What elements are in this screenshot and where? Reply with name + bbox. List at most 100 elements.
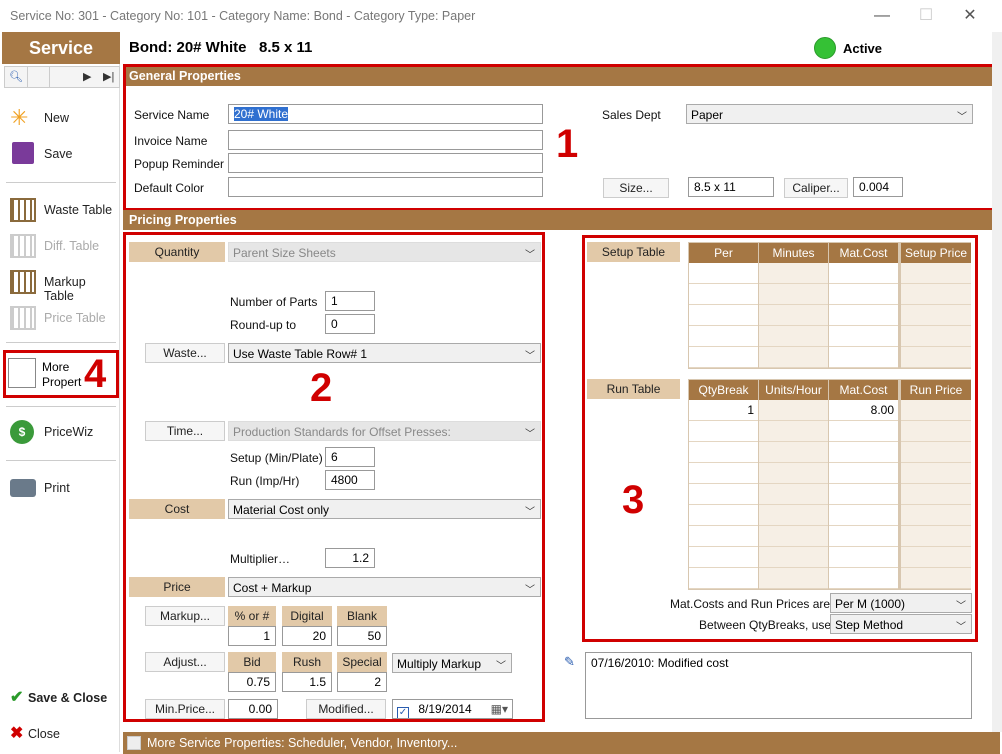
run-col-price: Run Price	[901, 380, 971, 400]
adjust-button[interactable]: Adjust...	[145, 652, 225, 672]
close-window-button[interactable]: ✕	[958, 6, 982, 26]
diff-table-button[interactable]: Diff. Table	[8, 232, 116, 260]
run-table[interactable]: QtyBreak Units/Hour Mat.Cost Run Price 1…	[688, 379, 971, 590]
matcost-basis-select[interactable]: Per M (1000) ﹀	[830, 593, 972, 613]
page-title: Bond: 20# White 8.5 x 11	[129, 39, 313, 56]
save-button[interactable]: Save	[8, 140, 116, 168]
roundup-label: Round-up to	[230, 318, 297, 332]
quantity-select[interactable]: Parent Size Sheets ﹀	[228, 242, 541, 262]
pencil-icon[interactable]: ✎	[564, 654, 575, 670]
run-row-1-matcost[interactable]: 8.00	[829, 403, 894, 417]
pct-header: % or #	[228, 606, 276, 626]
chevron-down-icon: ﹀	[957, 112, 967, 123]
service-name-input[interactable]: 20# White	[228, 104, 543, 124]
calendar-icon[interactable]: ▦▾	[491, 702, 508, 716]
setup-input[interactable]: 6	[325, 447, 375, 467]
rush-header: Rush	[282, 652, 332, 672]
run-col-units-hour: Units/Hour	[759, 380, 828, 400]
setup-col-matcost: Mat.Cost	[829, 243, 898, 263]
waste-button[interactable]: Waste...	[145, 343, 225, 363]
blank-input[interactable]: 50	[337, 626, 387, 646]
markup-table-button[interactable]: Markup Table	[8, 268, 116, 303]
price-table-button[interactable]: Price Table	[8, 304, 116, 332]
qtybreak-method-select[interactable]: Step Method ﹀	[830, 614, 972, 634]
size-input[interactable]: 8.5 x 11	[688, 177, 774, 197]
parts-input[interactable]: 1	[325, 291, 375, 311]
more-service-properties-bar[interactable]: More Service Properties: Scheduler, Vend…	[123, 732, 1000, 754]
multiplier-input[interactable]: 1.2	[325, 548, 375, 568]
time-select[interactable]: Production Standards for Offset Presses:…	[228, 421, 541, 441]
popup-reminder-input[interactable]	[228, 153, 543, 173]
cost-select[interactable]: Material Cost only ﹀	[228, 499, 541, 519]
window-title: Service No: 301 - Category No: 101 - Cat…	[10, 9, 476, 23]
waste-select[interactable]: Use Waste Table Row# 1 ﹀	[228, 343, 541, 363]
divider	[6, 182, 116, 183]
run-col-qtybreak: QtyBreak	[689, 380, 758, 400]
modified-button[interactable]: Modified...	[306, 699, 386, 719]
digital-input[interactable]: 20	[282, 626, 332, 646]
price-select[interactable]: Cost + Markup ﹀	[228, 577, 541, 597]
digital-header: Digital	[282, 606, 332, 626]
search-icon[interactable]: 🔍︎	[9, 70, 23, 83]
save-close-button[interactable]: ✔ Save & Close	[8, 684, 116, 712]
roundup-input[interactable]: 0	[325, 314, 375, 334]
size-button[interactable]: Size...	[603, 178, 669, 198]
waste-table-button[interactable]: Waste Table	[8, 196, 116, 224]
next-record-icon[interactable]: ▶	[83, 70, 91, 83]
parts-label: Number of Parts	[230, 295, 318, 309]
pct-input[interactable]: 1	[228, 626, 276, 646]
run-table-label: Run Table	[587, 379, 680, 399]
rush-input[interactable]: 1.5	[282, 672, 332, 692]
service-tab: Service	[2, 32, 120, 64]
adjust-mode-select[interactable]: Multiply Markup ﹀	[392, 653, 512, 673]
pricewiz-button[interactable]: $ PriceWiz	[8, 418, 116, 446]
setup-col-per: Per	[689, 243, 758, 263]
matcost-basis-label: Mat.Costs and Run Prices are	[670, 597, 831, 611]
cost-label: Cost	[129, 499, 225, 519]
sales-dept-label: Sales Dept	[602, 108, 661, 122]
close-button[interactable]: ✖ Close	[8, 720, 116, 748]
setup-label: Setup (Min/Plate)	[230, 451, 323, 465]
quantity-label: Quantity	[129, 242, 225, 262]
blank-header: Blank	[337, 606, 387, 626]
window-titlebar: Service No: 301 - Category No: 101 - Cat…	[0, 0, 1002, 32]
caliper-button[interactable]: Caliper...	[784, 178, 848, 198]
document-hand-icon	[8, 358, 36, 388]
setup-col-price: Setup Price	[901, 243, 971, 263]
sales-dept-select[interactable]: Paper ﹀	[686, 104, 973, 124]
maximize-button[interactable]: ☐	[914, 6, 938, 26]
default-color-input[interactable]	[228, 177, 543, 197]
caliper-input[interactable]: 0.004	[853, 177, 903, 197]
invoice-name-input[interactable]	[228, 130, 543, 150]
table-icon	[10, 234, 36, 258]
table-icon	[10, 306, 36, 330]
min-price-button[interactable]: Min.Price...	[145, 699, 225, 719]
time-button[interactable]: Time...	[145, 421, 225, 441]
setup-table-label: Setup Table	[587, 242, 680, 262]
notes-textarea[interactable]: 07/16/2010: Modified cost	[585, 652, 972, 719]
special-header: Special	[337, 652, 387, 672]
chevron-down-icon: ﹀	[525, 351, 535, 362]
floppy-icon	[12, 142, 34, 164]
run-input[interactable]: 4800	[325, 470, 375, 490]
markup-button[interactable]: Markup...	[145, 606, 225, 626]
setup-table[interactable]: Per Minutes Mat.Cost Setup Price	[688, 242, 971, 369]
new-button[interactable]: ✳ New	[8, 104, 116, 132]
scrollbar[interactable]	[992, 32, 1002, 732]
min-price-input[interactable]: 0.00	[228, 699, 278, 719]
minimize-button[interactable]: —	[870, 6, 894, 26]
special-input[interactable]: 2	[337, 672, 387, 692]
divider	[6, 406, 116, 407]
last-record-icon[interactable]: ▶|	[103, 70, 114, 83]
divider	[6, 460, 116, 461]
checkbox-icon[interactable]: ✓	[397, 707, 409, 718]
modified-date-picker[interactable]: ✓ 8/19/2014 ▦▾	[392, 699, 513, 719]
chevron-down-icon: ﹀	[956, 622, 966, 633]
default-color-label: Default Color	[134, 181, 205, 195]
run-row-1-qtybreak[interactable]: 1	[689, 403, 754, 417]
invoice-name-label: Invoice Name	[134, 134, 208, 148]
annotation-2: 2	[310, 366, 333, 410]
bid-input[interactable]: 0.75	[228, 672, 276, 692]
print-button[interactable]: Print	[8, 474, 116, 502]
multiplier-label: Multiplier…	[230, 552, 291, 566]
